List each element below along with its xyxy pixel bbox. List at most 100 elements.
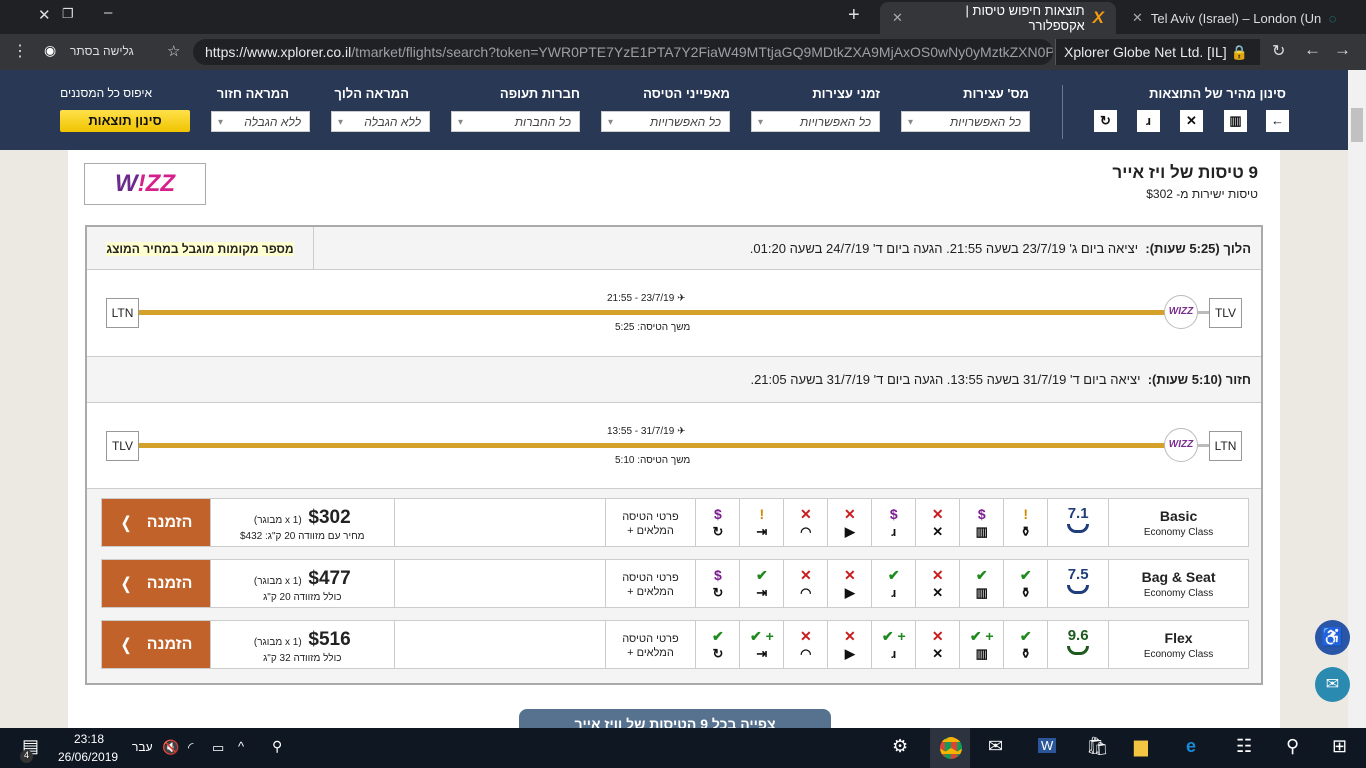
word-icon[interactable]: W — [1038, 738, 1057, 753]
url-input[interactable]: https://www.xplorer.co.il/tmarket/flight… — [193, 39, 1053, 65]
feature-cell: $ ▥ — [959, 499, 1003, 546]
arrival-airport: TLV — [106, 431, 139, 461]
wifi-icon: ◠ — [800, 585, 812, 600]
mail-icon[interactable]: ✉ — [1315, 667, 1350, 702]
task-view-icon[interactable]: ☷ — [1236, 736, 1252, 757]
feature-cell: ✕ ▶ — [827, 621, 871, 668]
luggage-icon[interactable]: ▥ — [1224, 110, 1247, 132]
stops-select[interactable]: כל האפשרויות — [901, 111, 1030, 133]
close-tab-icon[interactable]: ✕ — [1132, 10, 1143, 26]
seat-icon[interactable]: ɹ — [1137, 110, 1160, 132]
refresh-icon[interactable]: ↻ — [1094, 110, 1117, 132]
lock-icon: 🔒 — [1230, 44, 1248, 60]
divider — [1062, 85, 1063, 139]
settings-icon[interactable]: ⚙ — [892, 736, 908, 757]
apply-filter-button[interactable]: סינון תוצאות — [60, 110, 190, 132]
menu-icon[interactable]: ⋮ — [12, 41, 28, 61]
airlines-select[interactable]: כל החברות — [451, 111, 580, 133]
book-button[interactable]: הזמנה ❭ — [101, 499, 210, 546]
airline-badge-icon: WIZZ — [1164, 295, 1198, 329]
limited-seats-notice: מספר מקומות מוגבל במחיר המוצג — [106, 241, 294, 256]
wifi-icon[interactable]: ◜ — [188, 739, 193, 756]
wizz-logo: W!ZZ — [84, 163, 206, 205]
feature-cell: ✕ ▶ — [827, 560, 871, 607]
feature-cell: ✕ ◠ — [783, 621, 827, 668]
tab-active[interactable]: X תוצאות חיפוש טיסות | אקספלורר ✕ — [880, 2, 1116, 34]
clock-time[interactable]: 23:18 — [74, 732, 104, 746]
fare-row: Basic Economy Class 7.1 ! ⚱ $ ▥ ✕ ✕ $ ɹ ✕ ▶ ✕ ◠! ⇥ $ ↻ … — [101, 498, 1249, 547]
fare-price: $516 — [308, 629, 351, 650]
feature-cell: ✕ ✕ — [915, 621, 959, 668]
feature-cell: ✕ ◠ — [783, 499, 827, 546]
filter-label: מס' עצירות — [963, 86, 1029, 101]
flight-details-link[interactable]: פרטי הטיסה המלאים + — [604, 499, 696, 546]
outbound-details: יציאה ביום ג' 23/7/19 בשעה 21:55. הגעה ב… — [749, 240, 1139, 256]
arrow-left-icon[interactable]: ← — [1266, 110, 1289, 132]
outbound-time-select[interactable]: ללא הגבלה — [331, 111, 430, 133]
volume-muted-icon[interactable]: 🔇 — [162, 739, 179, 756]
reset-filters-link[interactable]: איפוס כל המסננים — [60, 86, 152, 100]
scrollbar[interactable] — [1348, 70, 1366, 728]
smile-icon — [1067, 585, 1090, 594]
close-tab-icon[interactable]: ✕ — [892, 10, 903, 26]
reload-icon[interactable]: ↻ — [1272, 41, 1285, 61]
empty-cell — [393, 560, 605, 607]
feature-status: ✔ — [975, 567, 988, 583]
airline-title: 9 טיסות של ויז אייר — [1112, 163, 1258, 182]
taskbar: ▤ 4 23:18 26/06/2019 עבר 🔇 ◜ ▭ ^ ⚲ ⚙ ✉ W… — [0, 728, 1366, 768]
stop-times-select[interactable]: כל האפשרויות — [751, 111, 880, 133]
chevron-left-icon: ❭ — [119, 514, 133, 532]
feature-cell: + ✔ ▥ — [959, 621, 1003, 668]
empty-cell — [393, 499, 605, 546]
flight-details-link[interactable]: פרטי הטיסה המלאים + — [604, 560, 696, 607]
outbound-title: הלוך (5:25 שעות): — [1145, 240, 1251, 256]
feature-status: ✕ — [799, 506, 812, 522]
cabin-bag-icon: ⚱ — [1020, 585, 1032, 600]
flight-features-select[interactable]: כל האפשרויות — [601, 111, 730, 133]
browser-tab-bar: ✕ ❐ – + X תוצאות חיפוש טיסות | אקספלורר … — [0, 0, 1366, 34]
clock-date[interactable]: 26/06/2019 — [58, 750, 118, 764]
price-note: כולל מזוודה 32 ק"ג — [263, 653, 342, 664]
battery-icon[interactable]: ▭ — [212, 740, 224, 756]
people-icon[interactable]: ⚲ — [272, 738, 282, 755]
filter-label: המראה הלוך — [334, 86, 409, 101]
windows-start-icon[interactable]: ⊞ — [1332, 736, 1347, 757]
tab-inactive[interactable]: ✕ Tel Aviv (Israel) – London (United ◌ — [1120, 2, 1350, 34]
bookmark-star-icon[interactable]: ☆ — [167, 42, 180, 60]
mail-app-icon[interactable]: ✉ — [988, 736, 1003, 757]
book-button[interactable]: הזמנה ❭ — [101, 560, 210, 607]
tray-expand-icon[interactable]: ^ — [238, 739, 244, 754]
feature-status: ✕ — [799, 567, 812, 583]
search-icon[interactable]: ⚲ — [1286, 736, 1299, 757]
store-icon[interactable]: 🛍 — [1086, 736, 1109, 757]
feature-cell: ✕ ◠ — [783, 560, 827, 607]
return-time-select[interactable]: ללא הגבלה — [211, 111, 310, 133]
site-identity[interactable]: Xplorer Globe Net Ltd. [IL] 🔒 — [1055, 39, 1260, 65]
close-window-icon[interactable]: ✕ — [38, 6, 51, 24]
feature-status: ✕ — [843, 628, 856, 644]
meal-icon[interactable]: ✕ — [1180, 110, 1203, 132]
feature-cell: ✔ ▥ — [959, 560, 1003, 607]
tab-title: תוצאות חיפוש טיסות | אקספלורר — [965, 3, 1085, 33]
inbound-timeline: TLV WIZZ LTN 13:55 - 31/7/19 ✈ משך הטיסה… — [87, 403, 1261, 489]
departure-airport: LTN — [1209, 431, 1242, 461]
feature-status: $ — [714, 567, 722, 583]
plane-icon: ✈ — [677, 426, 686, 437]
edge-icon[interactable]: e — [1186, 736, 1196, 757]
flight-details-link[interactable]: פרטי הטיסה המלאים + — [604, 621, 696, 668]
new-tab-button[interactable]: + — [848, 4, 860, 27]
inbound-title: חזור (5:10 שעות): — [1147, 372, 1251, 387]
restore-window-icon[interactable]: ❐ — [62, 6, 74, 22]
file-explorer-icon[interactable]: ▆ — [1134, 736, 1148, 757]
fare-price: $477 — [308, 568, 351, 589]
accessibility-icon[interactable]: ♿ — [1315, 620, 1350, 655]
forward-icon[interactable]: → — [1334, 40, 1351, 60]
minimize-window-icon[interactable]: – — [104, 4, 112, 21]
chrome-taskbar-button[interactable] — [930, 728, 970, 768]
book-button[interactable]: הזמנה ❭ — [101, 621, 210, 668]
luggage-icon: ▥ — [975, 524, 988, 539]
cabin-bag-icon: ⚱ — [1020, 524, 1032, 539]
language-indicator[interactable]: עבר — [132, 740, 153, 754]
back-icon[interactable]: ← — [1304, 40, 1321, 60]
meal-icon: ✕ — [932, 646, 944, 661]
